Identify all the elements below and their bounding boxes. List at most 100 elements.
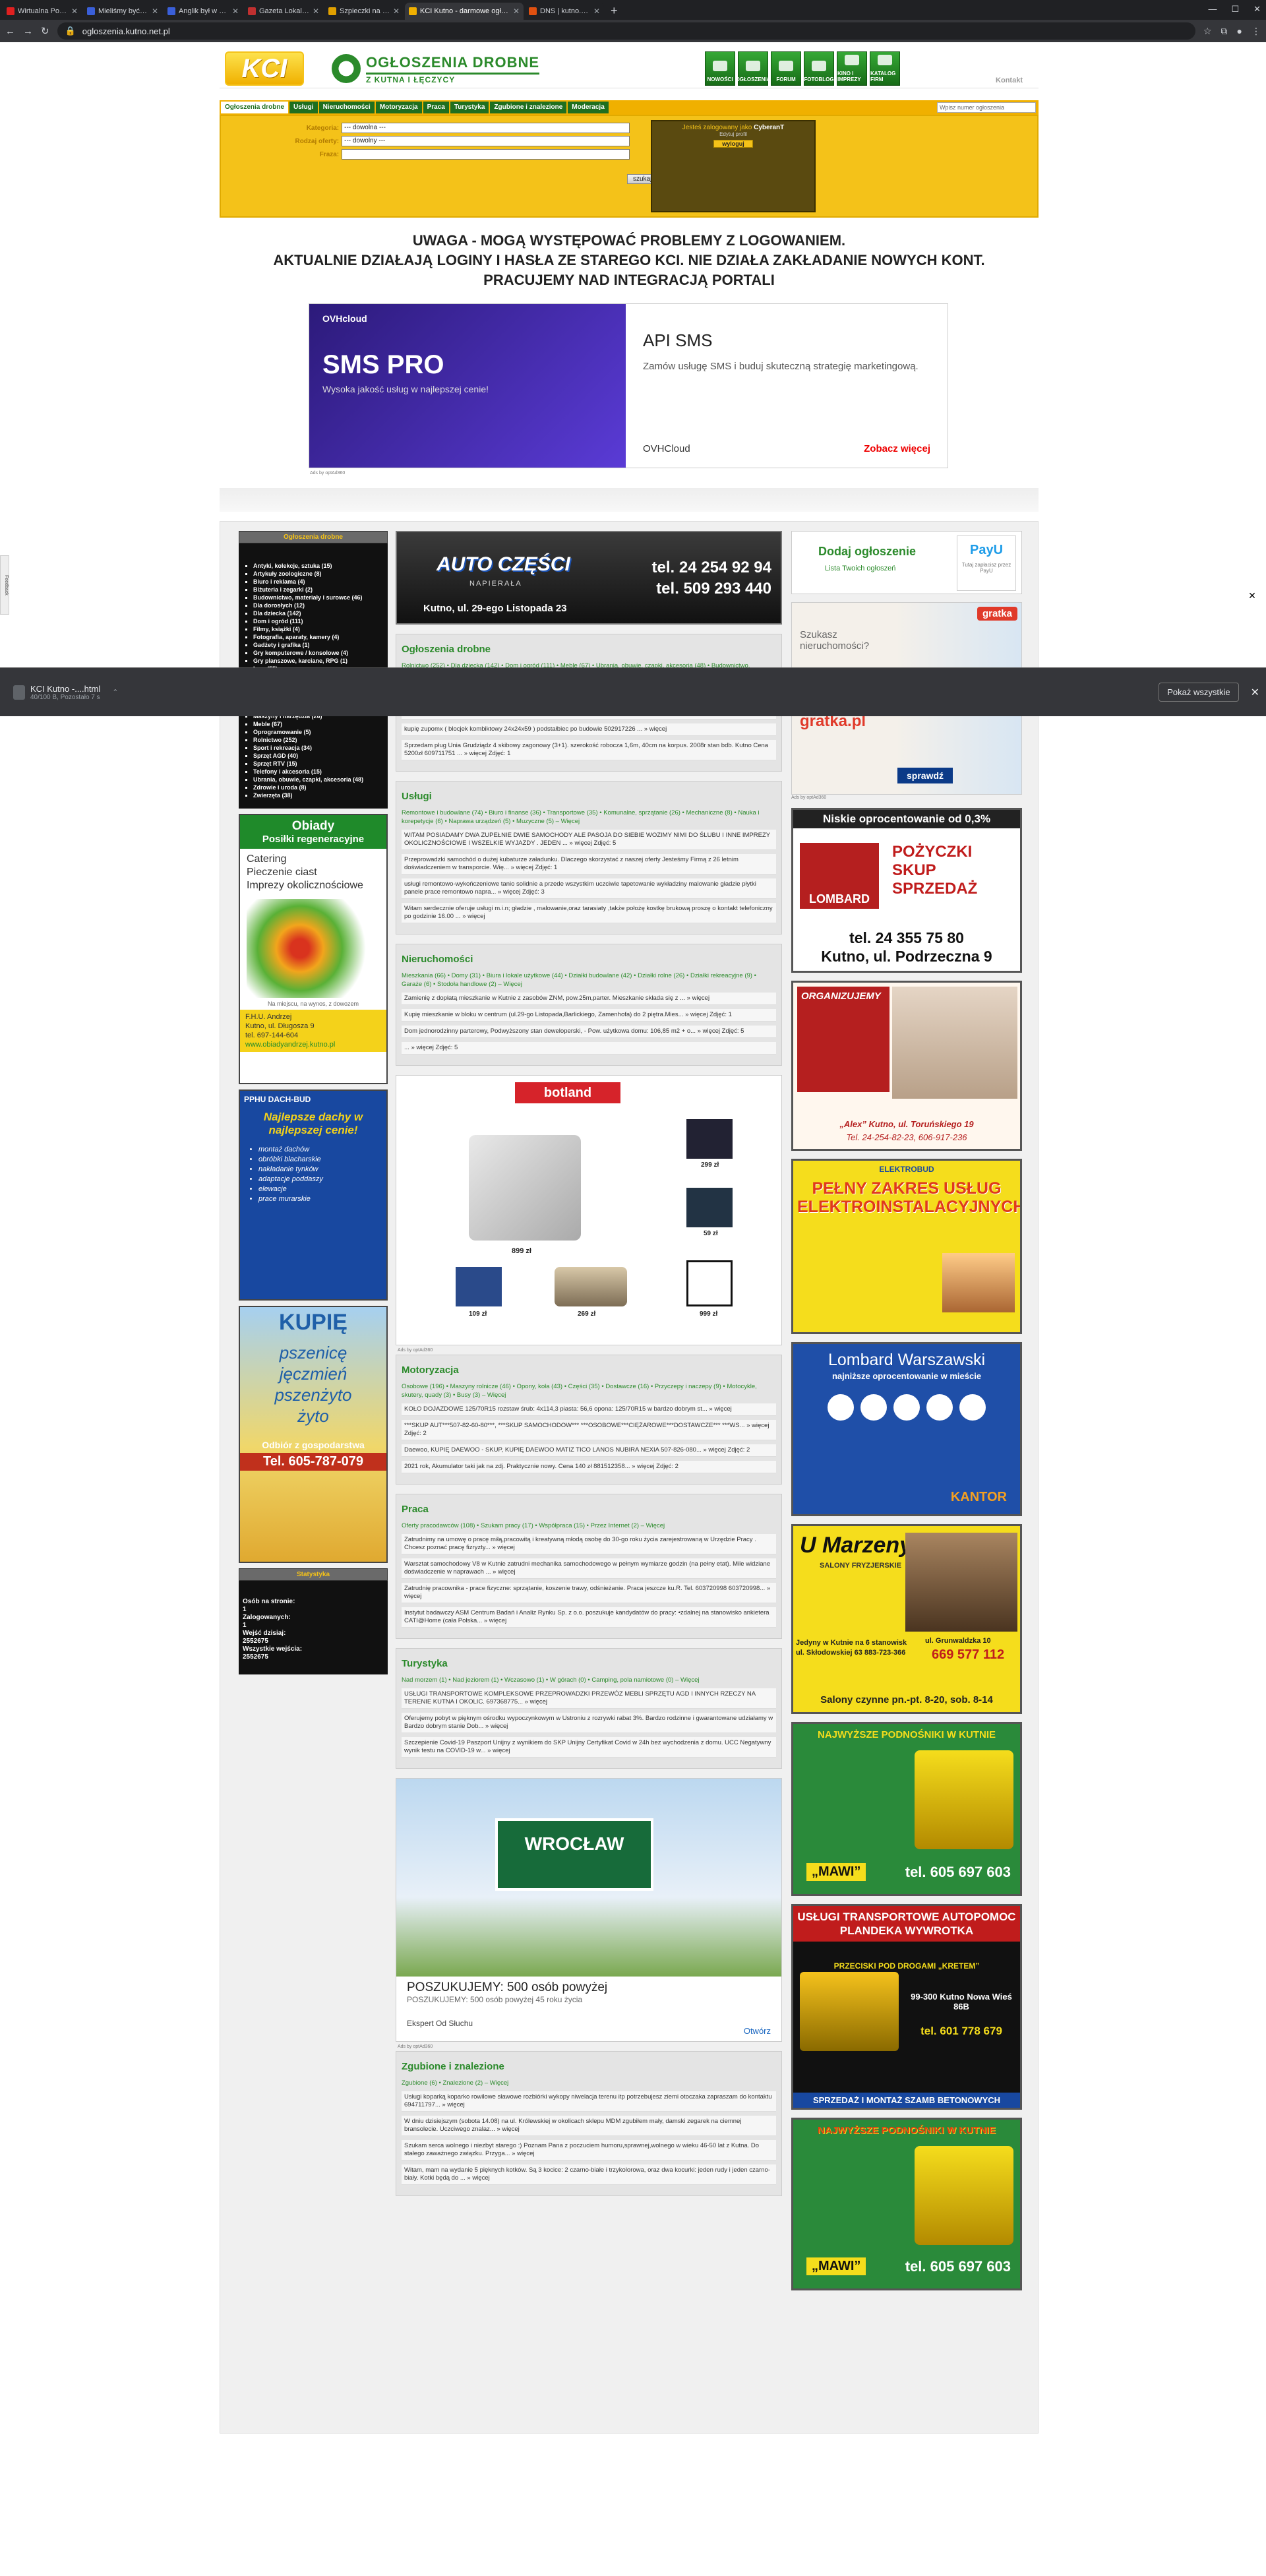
listing-item[interactable]: Zamienię z dopłatą mieszkanie w Kutnie z… bbox=[402, 993, 776, 1005]
obiady-ad[interactable]: Obiady Posiłki regeneracyjne Catering Pie… bbox=[239, 814, 388, 1084]
category-link[interactable]: Oprogramowanie (5) bbox=[253, 728, 375, 736]
category-link[interactable]: Zwierzęta (38) bbox=[253, 791, 375, 799]
tab-close-icon[interactable]: ✕ bbox=[71, 7, 78, 16]
category-link[interactable]: Dla dorosłych (12) bbox=[253, 601, 375, 609]
category-link[interactable]: Sport i rekreacja (34) bbox=[253, 744, 375, 752]
category-link[interactable]: Biżuteria i zegarki (2) bbox=[253, 586, 375, 594]
botland-ad[interactable]: botland 899 zł 299 zł 59 zł 109 zł 269 z… bbox=[396, 1075, 782, 1353]
tab-close-icon[interactable]: ✕ bbox=[513, 7, 520, 16]
tab-close-icon[interactable]: ✕ bbox=[313, 7, 319, 16]
menu-icon[interactable]: ⋮ bbox=[1251, 26, 1261, 37]
show-all-button[interactable]: Pokaż wszystkie bbox=[1159, 683, 1239, 702]
close-overlay-icon[interactable]: ✕ bbox=[1245, 588, 1259, 603]
section-title[interactable]: Usługi bbox=[402, 791, 776, 802]
kci-logo[interactable]: KCI bbox=[225, 51, 304, 86]
header-button[interactable]: KATALOG FIRM bbox=[870, 51, 900, 86]
listing-item[interactable]: KOŁO DOJAZDOWE 125/70R15 rozstaw śrub: 4… bbox=[402, 1403, 776, 1416]
section-categories[interactable]: Zgubione (6) • Znalezione (2) – Więcej bbox=[402, 2079, 776, 2087]
top-ad-banner[interactable]: OVHcloud SMS PRO Wysoka jakość usług w n… bbox=[309, 303, 948, 468]
browser-tab[interactable]: KCI Kutno - darmowe ogłoszenia✕ bbox=[405, 3, 524, 20]
category-link[interactable]: Gry komputerowe / konsolowe (4) bbox=[253, 649, 375, 657]
contact-link[interactable]: Kontakt bbox=[996, 77, 1023, 84]
category-link[interactable]: Rolnictwo (252) bbox=[253, 736, 375, 744]
browser-tab[interactable]: DNS | kutno.net.pl | Acc✕ bbox=[525, 3, 604, 20]
listing-item[interactable]: kupię zupomx ( blocjek kombiktowy 24x24x… bbox=[402, 723, 776, 736]
mawi-ad-2[interactable]: NAJWYŻSZE PODNOŚNIKI W KUTNIE „MAWI” tel… bbox=[791, 2118, 1022, 2290]
listing-item[interactable]: 2021 rok, Akumulator taki jak na zdj. Pr… bbox=[402, 1461, 776, 1473]
tab-close-icon[interactable]: ✕ bbox=[593, 7, 600, 16]
tab-close-icon[interactable]: ✕ bbox=[232, 7, 239, 16]
wroclaw-cta[interactable]: Otwórz bbox=[744, 2026, 771, 2036]
category-link[interactable]: Artykuły zoologiczne (8) bbox=[253, 570, 375, 578]
listing-item[interactable]: Szukam serca wolnego i niezbyt starego :… bbox=[402, 2140, 776, 2161]
nav-item[interactable]: Usługi bbox=[289, 102, 318, 113]
category-link[interactable]: Budownictwo, materiały i surowce (46) bbox=[253, 594, 375, 601]
category-link[interactable]: Gadżety i grafika (1) bbox=[253, 641, 375, 649]
my-ads-link[interactable]: Lista Twoich ogłoszeń bbox=[825, 565, 895, 572]
category-link[interactable]: Antyki, kolekcje, sztuka (15) bbox=[253, 562, 375, 570]
listing-item[interactable]: WITAM POSIADAMY DWA ZUPEŁNIE DWIE SAMOCH… bbox=[402, 830, 776, 850]
marzeny-ad[interactable]: U Marzeny SALONY FRYZJERSKIE Jedyny w Ku… bbox=[791, 1524, 1022, 1714]
browser-tab[interactable]: Wirtualna Polska - Wszystko✕ bbox=[3, 3, 82, 20]
mawi-ad-1[interactable]: NAJWYŻSZE PODNOŚNIKI W KUTNIE „MAWI” tel… bbox=[791, 1722, 1022, 1896]
listing-item[interactable]: Zatrudnię pracownika - prace fizyczne: s… bbox=[402, 1583, 776, 1603]
section-title[interactable]: Motoryzacja bbox=[402, 1365, 776, 1376]
section-categories[interactable]: Mieszkania (66) • Domy (31) • Biura i lo… bbox=[402, 971, 776, 989]
feedback-tab[interactable]: Feedback bbox=[0, 555, 9, 615]
gratka-cta[interactable]: sprawdź bbox=[897, 768, 953, 783]
profile-icon[interactable]: ● bbox=[1237, 26, 1242, 37]
close-download-bar-icon[interactable]: ✕ bbox=[1251, 686, 1259, 699]
extensions-icon[interactable]: ⧉ bbox=[1221, 26, 1228, 37]
listing-item[interactable]: Daewoo, KUPIĘ DAEWOO - SKUP, KUPIĘ DAEWO… bbox=[402, 1444, 776, 1457]
nav-item[interactable]: Motoryzacja bbox=[375, 102, 422, 113]
category-link[interactable]: Sprzęt AGD (40) bbox=[253, 752, 375, 760]
nav-item[interactable]: Nieruchomości bbox=[318, 102, 375, 113]
offer-type-select[interactable]: --- dowolny --- bbox=[342, 136, 630, 146]
browser-tab[interactable]: Gazeta Lokalna - System ✕ bbox=[244, 3, 323, 20]
listing-item[interactable]: Dom jednorodzinny parterowy, Podwyższony… bbox=[402, 1026, 776, 1038]
tab-close-icon[interactable]: ✕ bbox=[393, 7, 400, 16]
section-categories[interactable]: Nad morzem (1) • Nad jeziorem (1) • Wcza… bbox=[402, 1676, 776, 1684]
edit-profile-link[interactable]: Edytuj profil bbox=[652, 131, 814, 137]
listing-item[interactable]: Warsztat samochodowy V8 w Kutnie zatrudn… bbox=[402, 1558, 776, 1579]
minimize-icon[interactable]: — bbox=[1208, 4, 1217, 15]
category-link[interactable]: Filmy, książki (4) bbox=[253, 625, 375, 633]
section-title[interactable]: Praca bbox=[402, 1504, 776, 1515]
category-link[interactable]: Gry planszowe, karciane, RPG (1) bbox=[253, 657, 375, 665]
category-link[interactable]: Biuro i reklama (4) bbox=[253, 578, 375, 586]
category-link[interactable]: Dla dziecka (142) bbox=[253, 609, 375, 617]
listing-item[interactable]: W dniu dzisiejszym (sobota 14.08) na ul.… bbox=[402, 2116, 776, 2136]
elektrobud-ad[interactable]: ELEKTROBUD PEŁNY ZAKRES USŁUG ELEKTROINS… bbox=[791, 1159, 1022, 1334]
download-item[interactable]: KCI Kutno -....html 40/100 B, Pozostało … bbox=[7, 680, 125, 705]
nav-item[interactable]: Turystyka bbox=[450, 102, 489, 113]
header-button[interactable]: FORUM bbox=[771, 51, 801, 86]
phrase-input[interactable] bbox=[342, 149, 630, 160]
close-window-icon[interactable]: ✕ bbox=[1253, 4, 1261, 15]
section-title[interactable]: Nieruchomości bbox=[402, 954, 776, 965]
wroclaw-ad[interactable]: WROCŁAW POSZUKUJEMY: 500 osób powyżej PO… bbox=[396, 1778, 782, 2049]
header-button[interactable]: NOWOŚCI bbox=[705, 51, 735, 86]
autoczesci-ad[interactable]: AUTO CZĘŚCI NAPIERAŁA Kutno, ul. 29-ego … bbox=[396, 531, 782, 625]
section-title[interactable]: Turystyka bbox=[402, 1658, 776, 1669]
listing-item[interactable]: Zatrudnimy na umowę o pracę miłą,pracowi… bbox=[402, 1534, 776, 1554]
browser-tab[interactable]: Anglik był w Częstochowie✕ bbox=[164, 3, 243, 20]
ad-cta[interactable]: Zobacz więcej bbox=[864, 443, 930, 454]
ad-number-search-input[interactable]: Wpisz numer ogłoszenia bbox=[937, 102, 1036, 113]
header-button[interactable]: KINO I IMPREZY bbox=[837, 51, 867, 86]
maximize-icon[interactable]: ☐ bbox=[1231, 4, 1239, 15]
section-categories[interactable]: Osobowe (196) • Maszyny rolnicze (46) • … bbox=[402, 1382, 776, 1399]
address-bar[interactable]: 🔒 ogloszenia.kutno.net.pl bbox=[57, 22, 1195, 40]
category-link[interactable]: Telefony i akcesoria (15) bbox=[253, 768, 375, 776]
header-button[interactable]: OGŁOSZENIA bbox=[736, 51, 770, 86]
section-title[interactable]: Zgubione i znalezione bbox=[402, 2061, 776, 2072]
category-link[interactable]: Meble (67) bbox=[253, 720, 375, 728]
back-icon[interactable]: ← bbox=[5, 26, 15, 37]
lombard-warszawski-ad[interactable]: Lombard Warszawski najniższe oprocentowa… bbox=[791, 1342, 1022, 1516]
section-title[interactable]: Ogłoszenia drobne bbox=[402, 644, 776, 655]
reload-icon[interactable]: ↻ bbox=[41, 25, 49, 37]
nav-item[interactable]: Moderacja bbox=[568, 102, 609, 113]
nav-item[interactable]: Zgubione i znalezione bbox=[490, 102, 567, 113]
header-button[interactable]: FOTOBLOG bbox=[804, 51, 834, 86]
add-ad-link[interactable]: Dodaj ogłoszenie bbox=[818, 545, 916, 559]
category-link[interactable]: Ubrania, obuwie, czapki, akcesoria (48) bbox=[253, 776, 375, 783]
